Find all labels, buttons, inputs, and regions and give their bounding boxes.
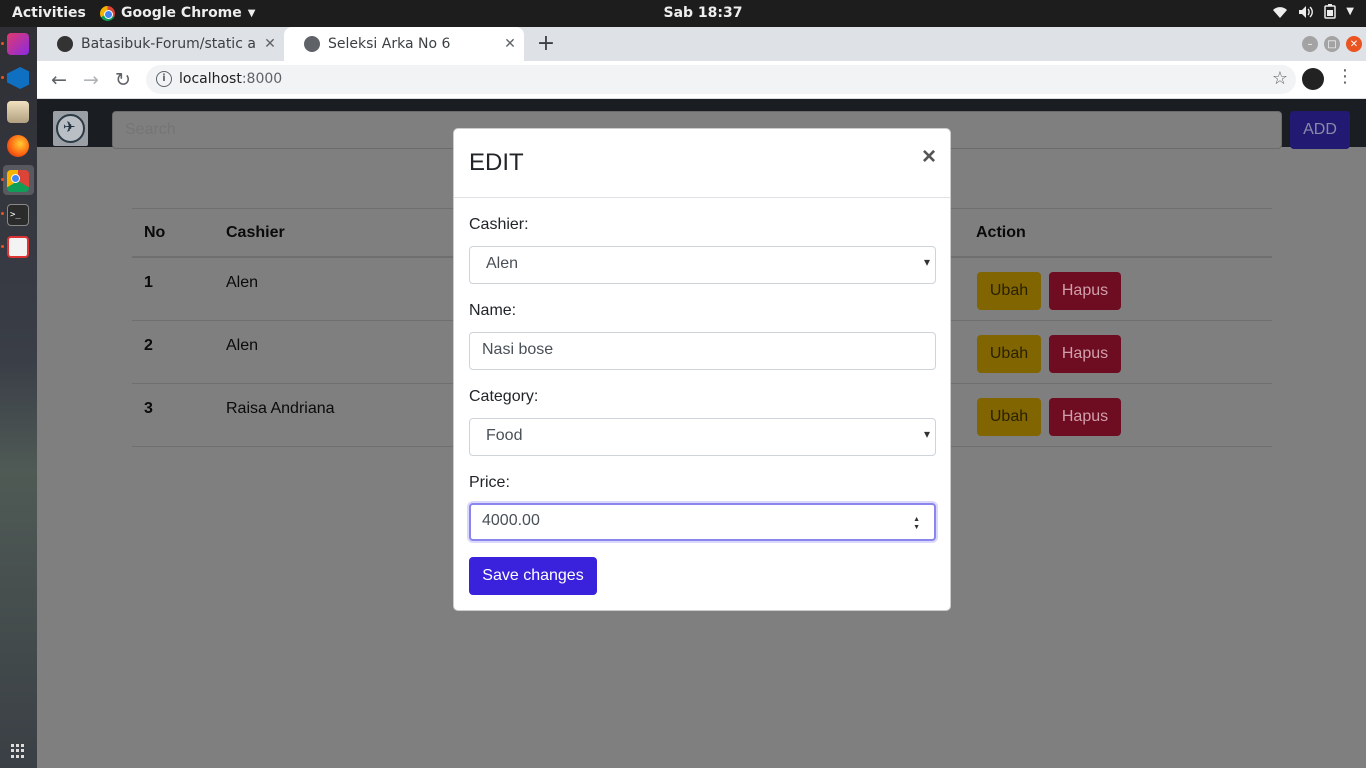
number-spinner-icon[interactable]: ▲ ▼ — [913, 516, 920, 532]
cashier-select[interactable]: Alen — [469, 246, 936, 284]
category-label: Category: — [469, 388, 539, 405]
url-port: :8000 — [241, 71, 283, 87]
running-indicator — [1, 212, 4, 215]
bird-logo-icon — [56, 114, 85, 143]
header-cashier: Cashier — [226, 224, 285, 241]
delete-button[interactable]: Hapus — [1049, 335, 1121, 373]
row-cashier: Alen — [226, 337, 259, 354]
minimize-button[interactable]: – — [1302, 36, 1318, 52]
menu-kebab-icon[interactable]: ⋮ — [1335, 66, 1355, 87]
tab-github[interactable]: Batasibuk-Forum/static a ✕ — [37, 27, 284, 61]
battery-icon — [1324, 4, 1337, 19]
edit-button[interactable]: Ubah — [977, 335, 1041, 373]
price-label: Price: — [469, 474, 510, 491]
running-indicator — [1, 178, 4, 181]
back-button[interactable]: ← — [45, 66, 73, 94]
row-cashier: Alen — [226, 274, 259, 291]
edit-modal: EDIT × Cashier: Alen Name: Nasi bose Cat… — [453, 128, 951, 611]
forward-button[interactable]: → — [77, 66, 105, 94]
cashier-label: Cashier: — [469, 216, 529, 233]
vscode-icon[interactable] — [7, 67, 29, 89]
bookmark-star-icon[interactable]: ☆ — [1272, 68, 1288, 89]
github-icon — [57, 36, 73, 52]
header-action: Action — [976, 224, 1026, 241]
cashier-select-value: Alen — [486, 255, 519, 272]
modal-header: EDIT × — [454, 129, 950, 198]
system-top-bar: Activities Google Chrome ▼ Sab 18:37 ▼ — [0, 0, 1366, 27]
window-close-button[interactable]: ✕ — [1346, 36, 1362, 52]
add-button[interactable]: ADD — [1290, 111, 1350, 149]
app-icon[interactable] — [7, 236, 29, 258]
name-input-value: Nasi bose — [482, 341, 554, 358]
close-icon[interactable]: ✕ — [256, 36, 284, 52]
tab-title: Batasibuk-Forum/static a — [81, 36, 256, 52]
edit-button[interactable]: Ubah — [977, 398, 1041, 436]
globe-icon — [304, 36, 320, 52]
browser-toolbar: ← → ↻ i localhost:8000 ☆ ⋮ — [37, 61, 1366, 99]
window-controls: – □ ✕ — [1302, 36, 1362, 52]
name-label: Name: — [469, 302, 517, 319]
price-input[interactable]: 4000.00 ▲ ▼ — [469, 503, 936, 541]
tab-seleksi[interactable]: Seleksi Arka No 6 ✕ — [284, 27, 524, 61]
clock[interactable]: Sab 18:37 — [0, 5, 1366, 21]
info-icon[interactable]: i — [156, 71, 172, 87]
wifi-icon — [1273, 6, 1288, 18]
maximize-button[interactable]: □ — [1324, 36, 1340, 52]
url-host: localhost — [179, 71, 242, 87]
new-tab-button[interactable]: + — [533, 31, 559, 57]
save-changes-button[interactable]: Save changes — [469, 557, 597, 595]
row-cashier: Raisa Andriana — [226, 400, 335, 417]
volume-icon — [1299, 5, 1314, 18]
show-applications-icon[interactable] — [11, 744, 25, 758]
firefox-icon[interactable] — [7, 135, 29, 157]
row-no: 1 — [144, 274, 153, 291]
row-no: 2 — [144, 337, 153, 354]
close-icon[interactable]: × — [922, 143, 936, 171]
dock: >_ — [0, 27, 37, 768]
close-icon[interactable]: ✕ — [496, 36, 524, 52]
category-select[interactable]: Food — [469, 418, 936, 456]
brand-logo[interactable] — [53, 111, 88, 146]
row-no: 3 — [144, 400, 153, 417]
delete-button[interactable]: Hapus — [1049, 398, 1121, 436]
edit-button[interactable]: Ubah — [977, 272, 1041, 310]
running-indicator — [1, 42, 4, 45]
category-select-value: Food — [486, 427, 523, 444]
file-manager-icon[interactable] — [7, 101, 29, 123]
reload-button[interactable]: ↻ — [109, 66, 137, 94]
chevron-down-icon: ▼ — [1346, 6, 1354, 17]
url-text: localhost:8000 — [179, 71, 282, 87]
chrome-dock-icon[interactable] — [7, 170, 29, 192]
profile-avatar[interactable] — [1302, 68, 1324, 90]
delete-button[interactable]: Hapus — [1049, 272, 1121, 310]
modal-title: EDIT — [469, 149, 524, 176]
running-indicator — [1, 245, 4, 248]
address-bar[interactable]: i localhost:8000 ☆ — [146, 65, 1296, 94]
jetbrains-icon[interactable] — [7, 33, 29, 55]
terminal-icon[interactable]: >_ — [7, 204, 29, 226]
header-no: No — [144, 224, 166, 241]
running-indicator — [1, 76, 4, 79]
tab-strip: Batasibuk-Forum/static a ✕ Seleksi Arka … — [37, 27, 1366, 61]
price-input-value: 4000.00 — [482, 512, 540, 529]
system-tray[interactable]: ▼ — [1272, 4, 1354, 19]
name-input[interactable]: Nasi bose — [469, 332, 936, 370]
tab-title: Seleksi Arka No 6 — [328, 36, 451, 52]
